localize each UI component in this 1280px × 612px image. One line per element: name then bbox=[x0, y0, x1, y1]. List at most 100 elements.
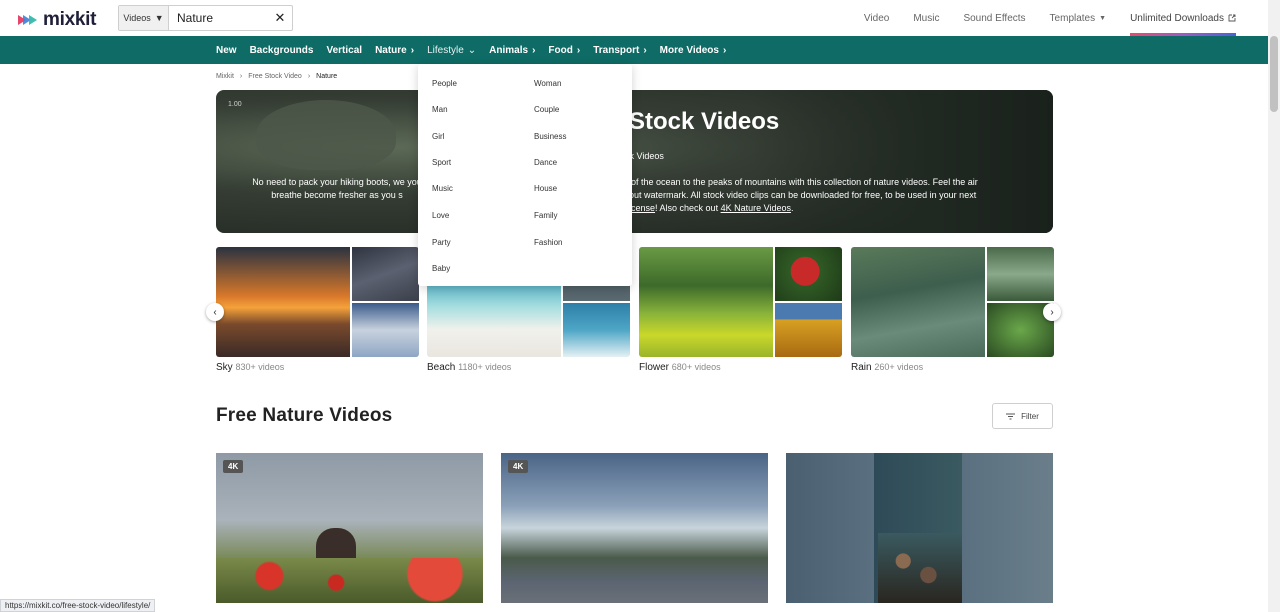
category-navbar: New Backgrounds Vertical Nature › Lifesty… bbox=[0, 36, 1268, 64]
dropdown-item-people[interactable]: People bbox=[432, 79, 457, 88]
video-card[interactable]: 4K bbox=[501, 453, 768, 603]
sky-main-image bbox=[216, 247, 350, 357]
hero-line-3-text: ! Also check out bbox=[655, 203, 721, 213]
chevron-right-icon: › bbox=[307, 73, 311, 80]
nav-animals[interactable]: Animals › bbox=[489, 45, 535, 56]
top-header: mixkit Videos ▼ Nature ✕ Video Music Sou… bbox=[0, 0, 1268, 36]
flower-main-image bbox=[639, 247, 773, 357]
dropdown-item-business[interactable]: Business bbox=[534, 132, 566, 141]
carousel-next-button[interactable]: › bbox=[1043, 303, 1061, 321]
lifestyle-dropdown-menu: People Man Girl Sport Music Love Party B… bbox=[418, 64, 632, 286]
nav-vertical[interactable]: Vertical bbox=[326, 45, 362, 56]
nav-food-label: Food bbox=[548, 44, 573, 56]
nav-lifestyle[interactable]: Lifestyle ⌄ bbox=[427, 45, 476, 56]
flower-thumb-1 bbox=[775, 247, 842, 301]
collection-count: 680+ videos bbox=[671, 362, 721, 372]
nav-backgrounds[interactable]: Backgrounds bbox=[250, 45, 314, 56]
dropdown-item-party[interactable]: Party bbox=[432, 238, 451, 247]
chevron-right-icon: › bbox=[643, 44, 647, 56]
hero-title: Stock Videos bbox=[629, 108, 780, 135]
nav-more-videos-label: More Videos bbox=[659, 44, 719, 56]
nav-food[interactable]: Food › bbox=[548, 45, 580, 56]
top-nav: Video Music Sound Effects Templates ▼ Un… bbox=[840, 0, 1236, 36]
scrollbar-thumb[interactable] bbox=[1270, 36, 1278, 112]
dropdown-item-love[interactable]: Love bbox=[432, 211, 449, 220]
dropdown-item-woman[interactable]: Woman bbox=[534, 79, 561, 88]
section-title: Free Nature Videos bbox=[216, 405, 393, 426]
collection-name: Sky bbox=[216, 362, 233, 373]
collection-count: 260+ videos bbox=[874, 362, 924, 372]
topnav-music[interactable]: Music bbox=[913, 0, 939, 36]
collection-sky[interactable]: Sky 830+ videos bbox=[216, 247, 419, 373]
collection-thumbnails bbox=[639, 247, 842, 357]
collection-thumbnails bbox=[216, 247, 419, 357]
breadcrumb: Mixkit › Free Stock Video › Nature bbox=[216, 73, 337, 80]
collection-name: Flower bbox=[639, 362, 670, 373]
dropdown-item-girl[interactable]: Girl bbox=[432, 132, 444, 141]
dropdown-item-music[interactable]: Music bbox=[432, 184, 453, 193]
collection-rain[interactable]: Rain 260+ videos bbox=[851, 247, 1054, 373]
page-scrollbar[interactable] bbox=[1268, 0, 1280, 612]
nav-new[interactable]: New bbox=[216, 45, 237, 56]
filter-label: Filter bbox=[1021, 411, 1039, 421]
hero-line-1: s of the ocean to the peaks of mountains… bbox=[624, 177, 978, 187]
search-type-select[interactable]: Videos ▼ bbox=[119, 6, 169, 30]
dropdown-item-house[interactable]: House bbox=[534, 184, 557, 193]
external-link-icon bbox=[1228, 14, 1236, 22]
close-icon[interactable]: ✕ bbox=[268, 10, 292, 26]
rain-main-image bbox=[851, 247, 985, 357]
video-card[interactable] bbox=[786, 453, 1053, 603]
search-type-label: Videos bbox=[123, 13, 151, 23]
logo-mark-icon bbox=[18, 15, 37, 25]
topnav-templates[interactable]: Templates ▼ bbox=[1050, 0, 1107, 36]
collection-name: Rain bbox=[851, 362, 872, 373]
hero-description-right: s of the ocean to the peaks of mountains… bbox=[624, 176, 1024, 215]
topnav-video[interactable]: Video bbox=[864, 0, 889, 36]
carousel-prev-button[interactable]: ‹ bbox=[206, 303, 224, 321]
chevron-left-icon: ‹ bbox=[213, 306, 217, 318]
video-card[interactable]: 4K bbox=[216, 453, 483, 603]
hero-banner: 1.00 Stock Videos ck Videos No need to p… bbox=[216, 90, 1053, 233]
caret-down-icon: ▼ bbox=[1099, 14, 1107, 22]
dropdown-item-couple[interactable]: Couple bbox=[534, 105, 559, 114]
breadcrumb-free-stock-video[interactable]: Free Stock Video bbox=[248, 73, 302, 80]
filter-icon bbox=[1006, 413, 1016, 419]
collection-label: Sky 830+ videos bbox=[216, 362, 284, 373]
collection-flower[interactable]: Flower 680+ videos bbox=[639, 247, 842, 373]
4k-badge: 4K bbox=[508, 460, 529, 473]
hero-line-3: License! Also check out 4K Nature Videos… bbox=[624, 202, 1024, 215]
breadcrumb-mixkit[interactable]: Mixkit bbox=[216, 73, 234, 80]
topnav-sound-effects[interactable]: Sound Effects bbox=[963, 0, 1025, 36]
chevron-right-icon: › bbox=[1050, 306, 1054, 318]
nav-lifestyle-label: Lifestyle bbox=[427, 44, 464, 56]
filter-button[interactable]: Filter bbox=[992, 403, 1053, 429]
caret-down-icon: ▼ bbox=[154, 13, 164, 23]
collection-count: 1180+ videos bbox=[458, 362, 512, 372]
nav-nature-label: Nature bbox=[375, 44, 407, 56]
dropdown-item-baby[interactable]: Baby bbox=[432, 264, 450, 273]
logo[interactable]: mixkit bbox=[18, 9, 96, 31]
dropdown-item-fashion[interactable]: Fashion bbox=[534, 238, 562, 247]
sky-thumb-1 bbox=[352, 247, 419, 301]
hero-background-image bbox=[256, 100, 396, 170]
search-input[interactable]: Nature bbox=[169, 11, 268, 25]
nav-transport[interactable]: Transport › bbox=[593, 45, 646, 56]
logo-text: mixkit bbox=[43, 9, 97, 30]
flower-thumb-2 bbox=[775, 303, 842, 357]
nav-more-videos[interactable]: More Videos › bbox=[660, 45, 727, 56]
4k-nature-videos-link[interactable]: 4K Nature Videos bbox=[721, 203, 791, 213]
nav-nature[interactable]: Nature › bbox=[375, 45, 414, 56]
dropdown-item-man[interactable]: Man bbox=[432, 105, 448, 114]
rain-thumb-1 bbox=[987, 247, 1054, 301]
dropdown-item-dance[interactable]: Dance bbox=[534, 158, 557, 167]
status-url: https://mixkit.co/free-stock-video/lifes… bbox=[0, 599, 156, 612]
topnav-unlimited-downloads[interactable]: Unlimited Downloads bbox=[1130, 0, 1236, 36]
topnav-unlimited-label: Unlimited Downloads bbox=[1130, 12, 1224, 24]
collection-thumbnails bbox=[851, 247, 1054, 357]
hero-playback-rate: 1.00 bbox=[228, 101, 242, 108]
hero-line-3-end: . bbox=[790, 203, 794, 213]
dropdown-item-sport[interactable]: Sport bbox=[432, 158, 451, 167]
breadcrumb-nature: Nature bbox=[316, 73, 338, 80]
dropdown-item-family[interactable]: Family bbox=[534, 211, 558, 220]
video-thumbnail-rocks bbox=[878, 533, 962, 603]
